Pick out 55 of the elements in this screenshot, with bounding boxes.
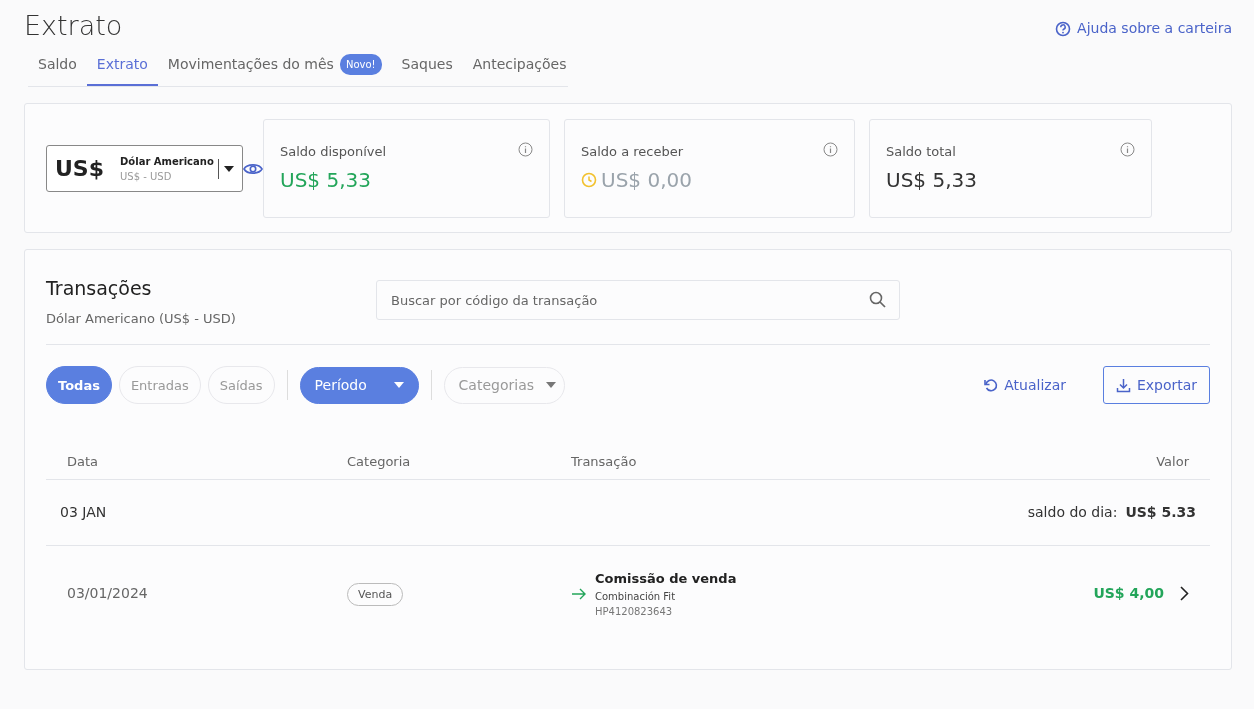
help-link[interactable]: Ajuda sobre a carteira — [1055, 18, 1232, 39]
filter-tab[interactable]: Todas — [46, 366, 112, 405]
export-button[interactable]: Exportar — [1103, 366, 1210, 405]
transaction-code: HP4120823643 — [595, 604, 674, 619]
info-icon — [518, 142, 533, 158]
transaction-value: US$ 4,00 — [1093, 584, 1164, 604]
info-icon — [823, 142, 838, 158]
filter-tab[interactable]: Entradas — [118, 366, 201, 405]
date-cell-text: 03/01/2024 — [67, 584, 149, 604]
balance-value: US$ 0,00 — [601, 166, 692, 194]
column-header: Valor — [1155, 453, 1190, 472]
caret-icon — [546, 382, 556, 389]
currency-select[interactable]: US$ Dólar Americano US$ - USD — [46, 145, 243, 193]
tab[interactable]: Extrato — [86, 48, 158, 87]
filter-tab[interactable]: Saídas — [207, 366, 275, 405]
product-name: Combinación Fit — [595, 589, 677, 604]
caret-icon — [393, 382, 404, 389]
eye-icon — [243, 161, 263, 176]
section-subtitle: Dólar Americano (US$ - USD) — [46, 309, 237, 328]
search-field[interactable]: Buscar por código da transação — [376, 280, 900, 321]
tab[interactable]: Saldo — [28, 48, 87, 87]
balance-label: Saldo a receber — [581, 143, 684, 162]
column-header: Transação — [571, 453, 638, 472]
clock-icon — [581, 171, 597, 188]
caret-icon — [224, 165, 234, 172]
balance-label: Saldo total — [886, 143, 956, 162]
chevron-right-icon — [1180, 586, 1189, 602]
dropdown-button[interactable]: Período — [299, 366, 419, 404]
day-label: 03 JAN — [60, 502, 107, 522]
currency-code: US$ - USD — [120, 169, 173, 184]
transaction-title: Comissão de venda — [595, 570, 737, 589]
dropdown-button[interactable]: Categorias — [443, 366, 565, 404]
download-icon — [1115, 377, 1131, 393]
page-title: Extrato — [24, 10, 123, 43]
balance-value: US$ 5,33 — [886, 166, 977, 194]
day-balance-label: saldo do dia: — [1027, 502, 1118, 522]
tab[interactable]: Saques — [391, 48, 463, 87]
section-title: Transações — [46, 276, 153, 302]
currency-name: Dólar Americano — [120, 154, 215, 169]
currency-symbol: US$ — [55, 155, 105, 184]
help-icon — [1055, 20, 1072, 37]
search-icon — [869, 291, 886, 309]
transaction-row[interactable]: 03/01/2024 Venda Comissão de venda Combinación Fit HP4120823643 US$ 4,00 — [46, 545, 1210, 642]
column-header: Data — [67, 453, 100, 472]
new-badge: Novo! — [339, 54, 382, 76]
day-balance-value: US$ 5.33 — [1125, 502, 1196, 522]
balance-value: US$ 5,33 — [280, 166, 371, 194]
refresh-button[interactable]: Atualizar — [977, 373, 1072, 397]
tab[interactable]: Antecipações — [462, 48, 577, 87]
arrow-icon — [571, 586, 587, 601]
tab[interactable]: Movimentações do mês Novo! — [157, 48, 392, 87]
column-header: Categoria — [347, 453, 412, 472]
info-icon — [1120, 142, 1135, 158]
refresh-icon — [983, 377, 999, 393]
balance-label: Saldo disponível — [280, 143, 387, 162]
